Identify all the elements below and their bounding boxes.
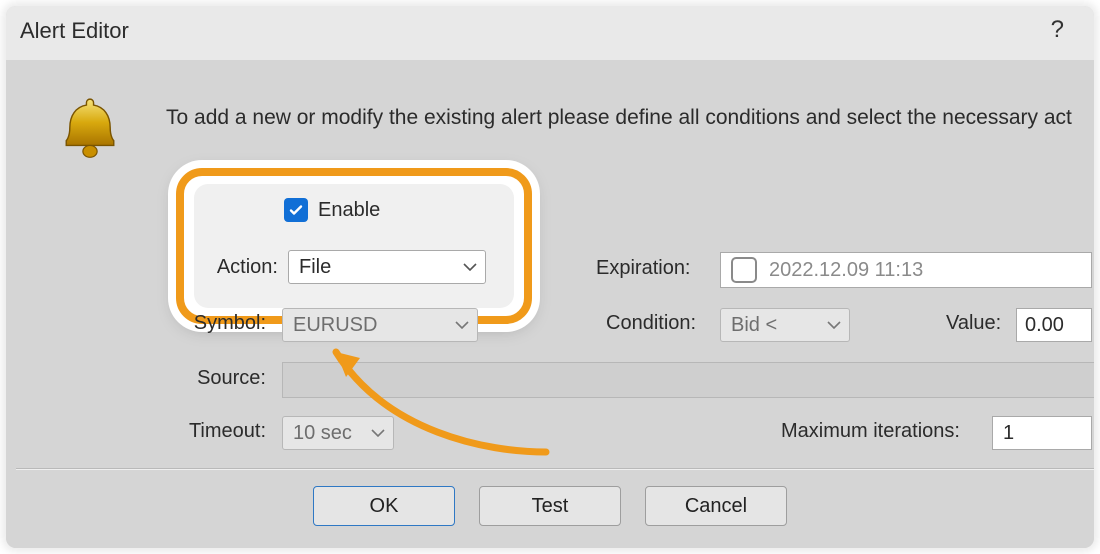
enable-label: Enable xyxy=(318,199,380,222)
value-input-value: 0.00 xyxy=(1025,314,1064,337)
source-input[interactable] xyxy=(282,362,1094,398)
action-combo[interactable]: File xyxy=(288,250,486,284)
chevron-down-icon xyxy=(455,321,469,329)
max-iterations-label: Maximum iterations: xyxy=(781,420,960,443)
symbol-combo-value: EURUSD xyxy=(293,314,377,337)
title-bar: Alert Editor ? xyxy=(6,6,1094,61)
expiration-label: Expiration: xyxy=(596,257,691,280)
value-label: Value: xyxy=(946,312,1001,335)
max-iterations-value: 1 xyxy=(1003,422,1014,445)
chevron-down-icon xyxy=(827,321,841,329)
chevron-down-icon xyxy=(371,429,385,437)
max-iterations-input[interactable]: 1 xyxy=(992,416,1092,450)
expiration-value: 2022.12.09 11:13 xyxy=(769,259,923,282)
action-label: Action: xyxy=(204,256,278,279)
highlight-callout-inner: Enable Action: File xyxy=(194,184,514,308)
source-label: Source: xyxy=(176,367,266,390)
test-button[interactable]: Test xyxy=(479,486,621,526)
chevron-down-icon xyxy=(463,263,477,271)
condition-combo[interactable]: Bid < xyxy=(720,308,850,342)
help-button[interactable]: ? xyxy=(1051,16,1064,44)
enable-checkbox[interactable] xyxy=(284,198,308,222)
timeout-label: Timeout: xyxy=(158,420,266,443)
ok-button[interactable]: OK xyxy=(313,486,455,526)
value-input[interactable]: 0.00 xyxy=(1016,308,1092,342)
symbol-label: Symbol: xyxy=(176,312,266,335)
window-title: Alert Editor xyxy=(20,18,129,44)
expiration-field[interactable]: 2022.12.09 11:13 xyxy=(720,252,1092,288)
intro-text: To add a new or modify the existing aler… xyxy=(166,106,1094,130)
condition-combo-value: Bid < xyxy=(731,314,777,337)
action-combo-value: File xyxy=(299,256,331,279)
bell-icon xyxy=(52,92,128,168)
highlight-callout: Enable Action: File xyxy=(176,168,532,324)
button-row: OK Test Cancel xyxy=(6,486,1094,526)
condition-label: Condition: xyxy=(606,312,696,335)
timeout-combo[interactable]: 10 sec xyxy=(282,416,394,450)
ok-button-label: OK xyxy=(370,495,399,518)
test-button-label: Test xyxy=(532,495,569,518)
dialog-frame: Alert Editor ? To add a new or modify th… xyxy=(6,6,1094,548)
expiration-checkbox[interactable] xyxy=(731,257,757,283)
cancel-button[interactable]: Cancel xyxy=(645,486,787,526)
symbol-combo[interactable]: EURUSD xyxy=(282,308,478,342)
cancel-button-label: Cancel xyxy=(685,495,747,518)
dialog-body: To add a new or modify the existing aler… xyxy=(6,60,1094,548)
timeout-combo-value: 10 sec xyxy=(293,422,352,445)
divider xyxy=(16,468,1094,470)
